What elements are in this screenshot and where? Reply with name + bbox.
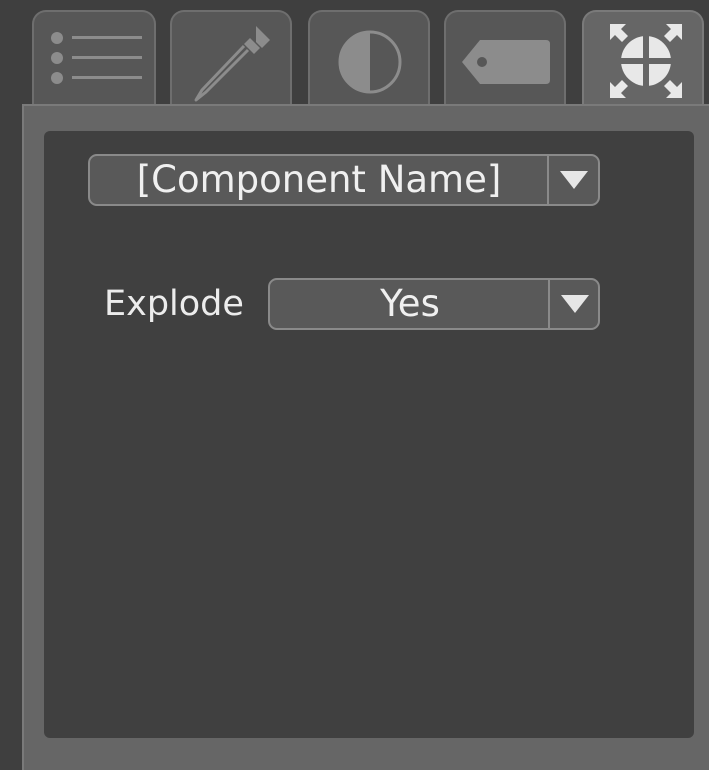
explode-dropdown[interactable]: Yes bbox=[268, 278, 600, 330]
tab-list[interactable] bbox=[32, 10, 156, 110]
properties-panel bbox=[44, 131, 694, 738]
component-name-dropdown[interactable]: [Component Name] bbox=[88, 154, 600, 206]
inspector-window: [Component Name] Explode Yes bbox=[0, 0, 709, 770]
component-name-value: [Component Name] bbox=[136, 158, 502, 201]
tab-tags[interactable] bbox=[444, 10, 566, 110]
tab-color-picker[interactable] bbox=[170, 10, 292, 110]
chevron-down-icon[interactable] bbox=[551, 280, 599, 328]
tab-appearance[interactable] bbox=[308, 10, 430, 110]
contrast-icon bbox=[338, 30, 402, 94]
tab-explode[interactable] bbox=[582, 10, 704, 114]
tag-icon bbox=[462, 40, 550, 84]
explode-value: Yes bbox=[380, 282, 440, 325]
chevron-down-icon[interactable] bbox=[550, 156, 598, 204]
eyedropper-icon bbox=[194, 26, 270, 102]
dropdown-divider bbox=[547, 156, 549, 204]
dropdown-divider bbox=[548, 280, 550, 328]
explode-label: Explode bbox=[104, 284, 244, 324]
explode-icon bbox=[610, 24, 682, 98]
list-icon bbox=[51, 32, 142, 84]
